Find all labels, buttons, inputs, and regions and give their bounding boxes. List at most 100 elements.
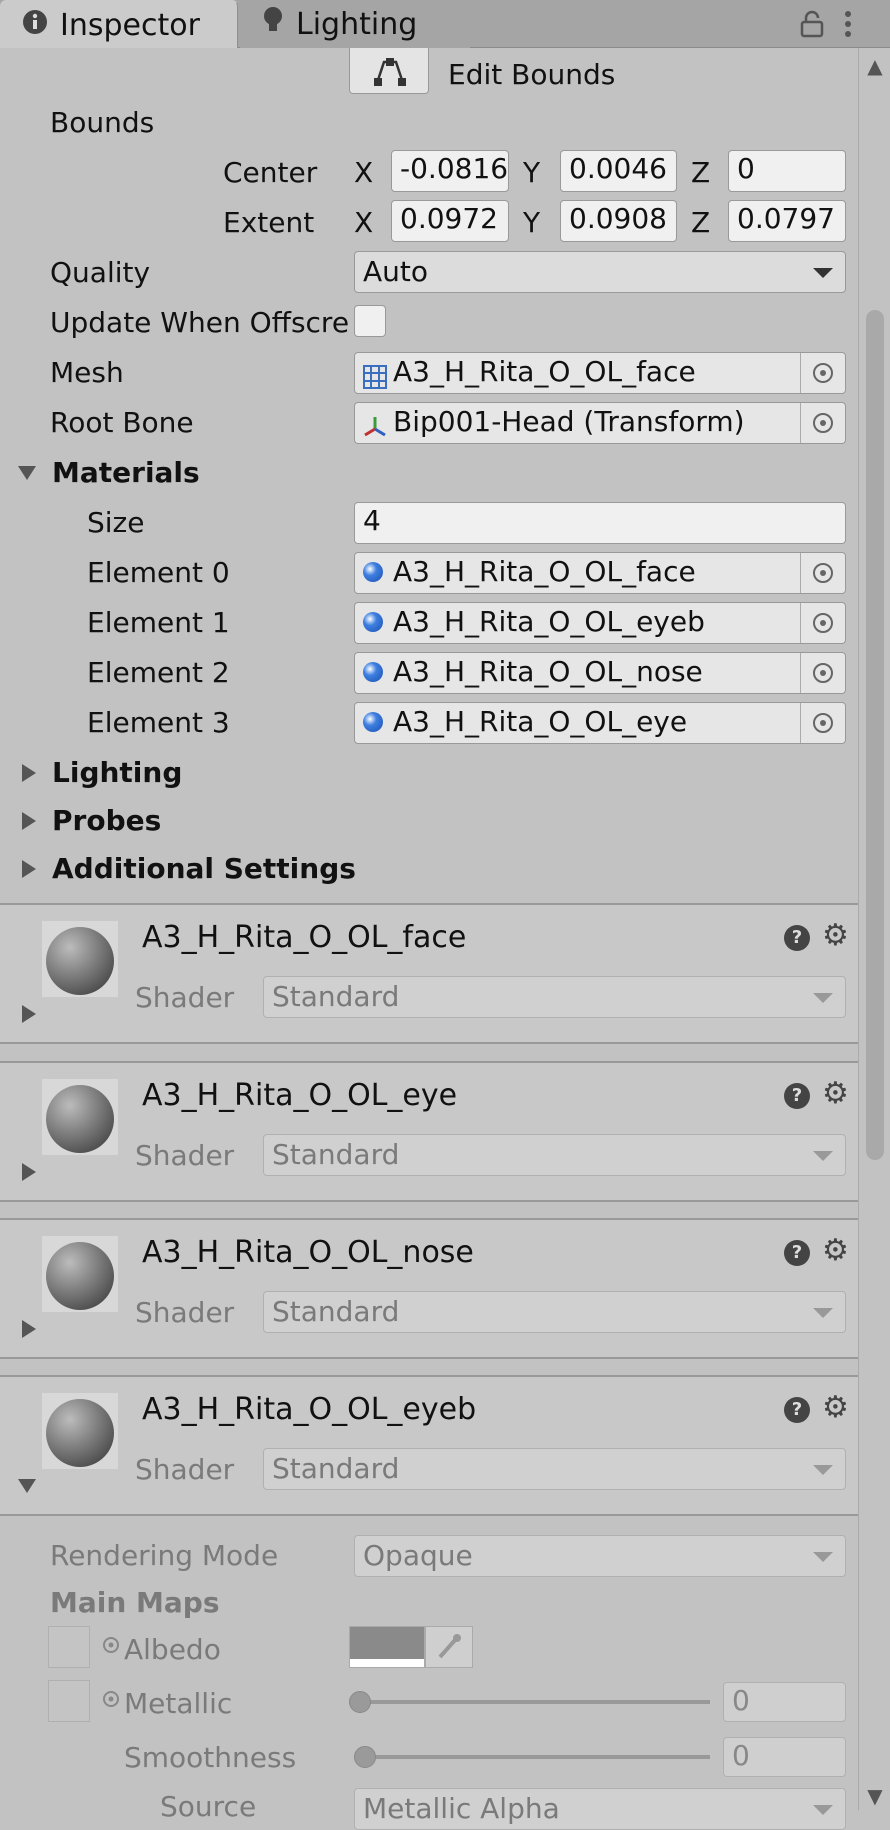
additional-settings-foldout[interactable]: Additional Settings <box>52 852 356 886</box>
gear-icon[interactable]: ⚙ <box>822 1236 849 1266</box>
smoothness-label: Smoothness <box>124 1741 297 1774</box>
materials-foldout-arrow-icon[interactable] <box>18 466 36 480</box>
probes-foldout[interactable]: Probes <box>52 804 161 838</box>
element-2-field[interactable]: A3_H_Rita_O_OL_nose <box>354 652 846 694</box>
eyedropper-icon[interactable] <box>425 1626 473 1668</box>
smoothness-slider-track[interactable] <box>365 1755 710 1759</box>
shader-value: Standard <box>272 1452 400 1485</box>
extent-x-input[interactable]: 0.0972 <box>391 200 509 242</box>
help-icon[interactable]: ? <box>784 1083 810 1109</box>
object-picker-icon[interactable] <box>102 1690 120 1712</box>
material-foldout-arrow-icon[interactable] <box>18 1479 36 1493</box>
object-picker-icon[interactable] <box>800 403 845 443</box>
center-y-input[interactable]: 0.0046 <box>560 150 677 192</box>
object-picker-icon[interactable] <box>800 703 845 743</box>
help-icon[interactable]: ? <box>784 1240 810 1266</box>
element-0-field[interactable]: A3_H_Rita_O_OL_face <box>354 552 846 594</box>
extent-x-label: X <box>354 206 374 239</box>
center-label: Center <box>223 156 318 189</box>
lighting-foldout[interactable]: Lighting <box>52 756 182 790</box>
material-preview-sphere <box>42 1236 118 1312</box>
element-3-field[interactable]: A3_H_Rita_O_OL_eye <box>354 702 846 744</box>
object-picker-icon[interactable] <box>800 553 845 593</box>
shader-value: Standard <box>272 980 400 1013</box>
element-2-label: Element 2 <box>87 656 230 689</box>
element-2-value: A3_H_Rita_O_OL_nose <box>393 655 703 688</box>
edit-bounds-label: Edit Bounds <box>448 58 616 91</box>
lighting-foldout-arrow-icon[interactable] <box>22 764 36 782</box>
object-picker-icon[interactable] <box>800 353 845 393</box>
divider <box>0 1200 858 1202</box>
scroll-up-arrow[interactable]: ▲ <box>862 56 888 76</box>
scroll-down-arrow[interactable]: ▼ <box>862 1786 888 1806</box>
extent-label: Extent <box>223 206 315 239</box>
object-picker-icon[interactable] <box>800 603 845 643</box>
albedo-color-swatch[interactable] <box>349 1626 425 1668</box>
shader-dropdown[interactable]: Standard <box>263 1448 846 1490</box>
center-z-input[interactable]: 0 <box>728 150 846 192</box>
gear-icon[interactable]: ⚙ <box>822 1393 849 1423</box>
quality-value: Auto <box>363 255 429 288</box>
info-icon <box>22 8 48 43</box>
extent-z-input[interactable]: 0.0797 <box>728 200 846 242</box>
tab-inspector-label: Inspector <box>60 7 200 43</box>
mesh-grid-icon <box>363 361 387 393</box>
shader-dropdown[interactable]: Standard <box>263 1291 846 1333</box>
center-x-label: X <box>354 156 374 189</box>
chevron-down-icon <box>813 268 833 278</box>
element-1-value: A3_H_Rita_O_OL_eyeb <box>393 605 705 638</box>
edit-bounds-button[interactable] <box>349 48 429 94</box>
materials-header[interactable]: Materials <box>52 456 200 490</box>
object-picker-icon[interactable] <box>800 653 845 693</box>
object-picker-icon[interactable] <box>102 1636 120 1658</box>
metallic-slider-track[interactable] <box>360 1700 710 1704</box>
update-offscreen-checkbox[interactable] <box>354 305 386 337</box>
metallic-slider-knob[interactable] <box>349 1691 371 1713</box>
shader-value: Standard <box>272 1295 400 1328</box>
smoothness-slider-knob[interactable] <box>354 1746 376 1768</box>
material-name: A3_H_Rita_O_OL_eyeb <box>142 1392 477 1427</box>
material-preview-sphere <box>42 921 118 997</box>
help-icon[interactable]: ? <box>784 1397 810 1423</box>
transform-icon <box>363 411 387 443</box>
rendering-mode-dropdown[interactable]: Opaque <box>354 1535 846 1577</box>
shader-value: Standard <box>272 1138 400 1171</box>
edit-bounds-icon <box>374 58 406 86</box>
tab-inspector[interactable]: Inspector <box>0 0 238 48</box>
kebab-menu-icon[interactable] <box>842 10 854 42</box>
extent-y-input[interactable]: 0.0908 <box>560 200 677 242</box>
source-dropdown[interactable]: Metallic Alpha <box>354 1788 846 1830</box>
albedo-texture-slot[interactable] <box>48 1626 90 1668</box>
center-x-input[interactable]: -0.0816 <box>391 150 509 192</box>
mesh-field[interactable]: A3_H_Rita_O_OL_face <box>354 352 846 394</box>
lock-icon[interactable] <box>800 10 824 42</box>
material-icon <box>363 612 383 632</box>
tab-lighting[interactable]: Lighting <box>240 0 470 48</box>
scrollbar-thumb[interactable] <box>866 310 884 1160</box>
material-foldout-arrow-icon[interactable] <box>22 1320 36 1338</box>
probes-foldout-arrow-icon[interactable] <box>22 812 36 830</box>
material-foldout-arrow-icon[interactable] <box>22 1005 36 1023</box>
root-bone-field[interactable]: Bip001-Head (Transform) <box>354 402 846 444</box>
quality-dropdown[interactable]: Auto <box>354 251 846 293</box>
shader-label: Shader <box>135 1453 235 1486</box>
additional-settings-foldout-arrow-icon[interactable] <box>22 860 36 878</box>
metallic-label: Metallic <box>124 1687 233 1720</box>
help-icon[interactable]: ? <box>784 925 810 951</box>
chevron-down-icon <box>813 1465 833 1475</box>
quality-label: Quality <box>50 256 151 289</box>
metallic-value-input[interactable]: 0 <box>723 1682 846 1722</box>
material-panel-face: A3_H_Rita_O_OL_face ? ⚙ Shader Standard <box>0 905 858 1042</box>
shader-dropdown[interactable]: Standard <box>263 1134 846 1176</box>
bounds-label: Bounds <box>50 106 155 139</box>
root-bone-value: Bip001-Head (Transform) <box>393 405 745 438</box>
material-foldout-arrow-icon[interactable] <box>22 1163 36 1181</box>
element-1-field[interactable]: A3_H_Rita_O_OL_eyeb <box>354 602 846 644</box>
gear-icon[interactable]: ⚙ <box>822 921 849 951</box>
metallic-texture-slot[interactable] <box>48 1680 90 1722</box>
smoothness-value-input[interactable]: 0 <box>723 1737 846 1777</box>
lightbulb-icon <box>262 6 284 42</box>
gear-icon[interactable]: ⚙ <box>822 1079 849 1109</box>
materials-size-input[interactable]: 4 <box>354 502 846 544</box>
shader-dropdown[interactable]: Standard <box>263 976 846 1018</box>
